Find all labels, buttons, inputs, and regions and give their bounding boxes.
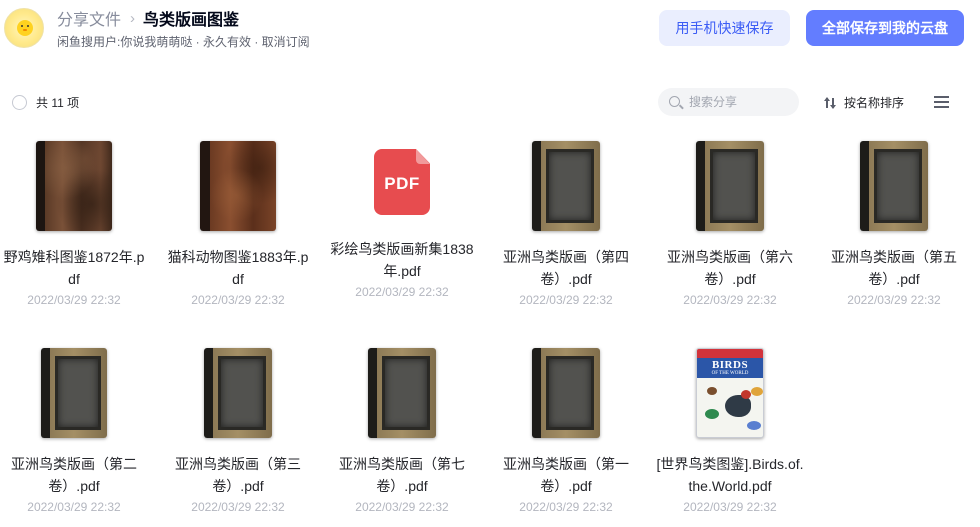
file-item[interactable]: 亚洲鸟类版画（第三卷）.pdf 2022/03/29 22:32	[156, 335, 320, 515]
file-date: 2022/03/29 22:32	[27, 293, 121, 307]
breadcrumb: 分享文件 › 鸟类版画图鉴	[57, 6, 240, 30]
breadcrumb-root-link[interactable]: 分享文件	[57, 6, 121, 30]
sort-by-name-button[interactable]: 按名称排序	[823, 94, 904, 111]
file-name: 亚洲鸟类版画（第二卷）.pdf	[11, 456, 137, 494]
file-date: 2022/03/29 22:32	[355, 500, 449, 514]
page-title: 鸟类版画图鉴	[143, 12, 240, 29]
share-info-text: 闲鱼搜用户:你说我萌萌哒 · 永久有效 · 取消订阅	[57, 35, 310, 49]
book-cover-icon	[696, 141, 764, 231]
file-name: 野鸡雉科图鉴1872年.pdf	[3, 249, 145, 287]
file-item[interactable]: BIRDS OF THE WORLD [世界鸟类图鉴].Birds.of.the.…	[648, 335, 812, 515]
cover-title: BIRDS	[711, 359, 749, 371]
chick-avatar-icon	[17, 20, 33, 36]
select-all-checkbox[interactable]	[12, 95, 27, 110]
book-cover-icon	[200, 141, 276, 231]
file-name: 彩绘鸟类版画新集1838年.pdf	[330, 241, 474, 279]
user-avatar[interactable]	[4, 8, 44, 48]
book-cover-icon	[860, 141, 928, 231]
file-item[interactable]: 亚洲鸟类版画（第五卷）.pdf 2022/03/29 22:32	[812, 128, 976, 308]
birds-book-cover-icon: BIRDS OF THE WORLD	[696, 348, 764, 438]
file-name: 猫科动物图鉴1883年.pdf	[167, 249, 309, 287]
file-date: 2022/03/29 22:32	[847, 293, 941, 307]
item-count: 共 11 项	[36, 96, 80, 110]
file-name: 亚洲鸟类版画（第七卷）.pdf	[339, 456, 465, 494]
book-cover-icon	[36, 141, 112, 231]
list-view-menu-icon[interactable]	[934, 96, 949, 108]
file-item[interactable]: 亚洲鸟类版画（第六卷）.pdf 2022/03/29 22:32	[648, 128, 812, 308]
file-item[interactable]: 野鸡雉科图鉴1872年.pdf 2022/03/29 22:32	[0, 128, 156, 308]
file-item[interactable]: 亚洲鸟类版画（第七卷）.pdf 2022/03/29 22:32	[320, 335, 484, 515]
file-name: 亚洲鸟类版画（第一卷）.pdf	[503, 456, 629, 494]
file-date: 2022/03/29 22:32	[191, 500, 285, 514]
sort-label: 按名称排序	[844, 96, 905, 110]
file-toolbar: 共 11 项 按名称排序	[0, 86, 980, 118]
file-date: 2022/03/29 22:32	[683, 293, 777, 307]
file-name: 亚洲鸟类版画（第五卷）.pdf	[831, 249, 957, 287]
file-name: 亚洲鸟类版画（第三卷）.pdf	[175, 456, 301, 494]
file-item[interactable]: 亚洲鸟类版画（第一卷）.pdf 2022/03/29 22:32	[484, 335, 648, 515]
file-date: 2022/03/29 22:32	[355, 285, 449, 299]
file-date: 2022/03/29 22:32	[191, 293, 285, 307]
book-cover-icon	[532, 348, 600, 438]
sort-icon	[823, 96, 837, 109]
file-item[interactable]: 亚洲鸟类版画（第二卷）.pdf 2022/03/29 22:32	[0, 335, 156, 515]
phone-quick-save-button[interactable]: 用手机快速保存	[659, 10, 790, 46]
file-item[interactable]: PDF 彩绘鸟类版画新集1838年.pdf 2022/03/29 22:32	[320, 120, 484, 300]
book-cover-icon	[368, 348, 436, 438]
save-all-to-cloud-button[interactable]: 全部保存到我的云盘	[806, 10, 964, 46]
search-box[interactable]	[658, 88, 799, 116]
search-icon	[669, 96, 680, 107]
pdf-icon-label: PDF	[384, 174, 420, 193]
file-date: 2022/03/29 22:32	[519, 500, 613, 514]
file-item[interactable]: 亚洲鸟类版画（第四卷）.pdf 2022/03/29 22:32	[484, 128, 648, 308]
file-date: 2022/03/29 22:32	[519, 293, 613, 307]
file-date: 2022/03/29 22:32	[27, 500, 121, 514]
chevron-right-icon: ›	[130, 9, 136, 27]
file-date: 2022/03/29 22:32	[683, 500, 777, 514]
pdf-icon: PDF	[374, 149, 430, 215]
book-cover-icon	[532, 141, 600, 231]
file-item[interactable]: 猫科动物图鉴1883年.pdf 2022/03/29 22:32	[156, 128, 320, 308]
search-input[interactable]	[689, 92, 789, 112]
book-cover-icon	[41, 348, 107, 438]
file-name: 亚洲鸟类版画（第六卷）.pdf	[667, 249, 793, 287]
file-name: [世界鸟类图鉴].Birds.of.the.World.pdf	[656, 456, 804, 494]
book-cover-icon	[204, 348, 272, 438]
cover-subtitle: OF THE WORLD	[711, 371, 749, 376]
file-name: 亚洲鸟类版画（第四卷）.pdf	[503, 249, 629, 287]
share-header: 分享文件 › 鸟类版画图鉴 闲鱼搜用户:你说我萌萌哒 · 永久有效 · 取消订阅…	[0, 0, 980, 64]
